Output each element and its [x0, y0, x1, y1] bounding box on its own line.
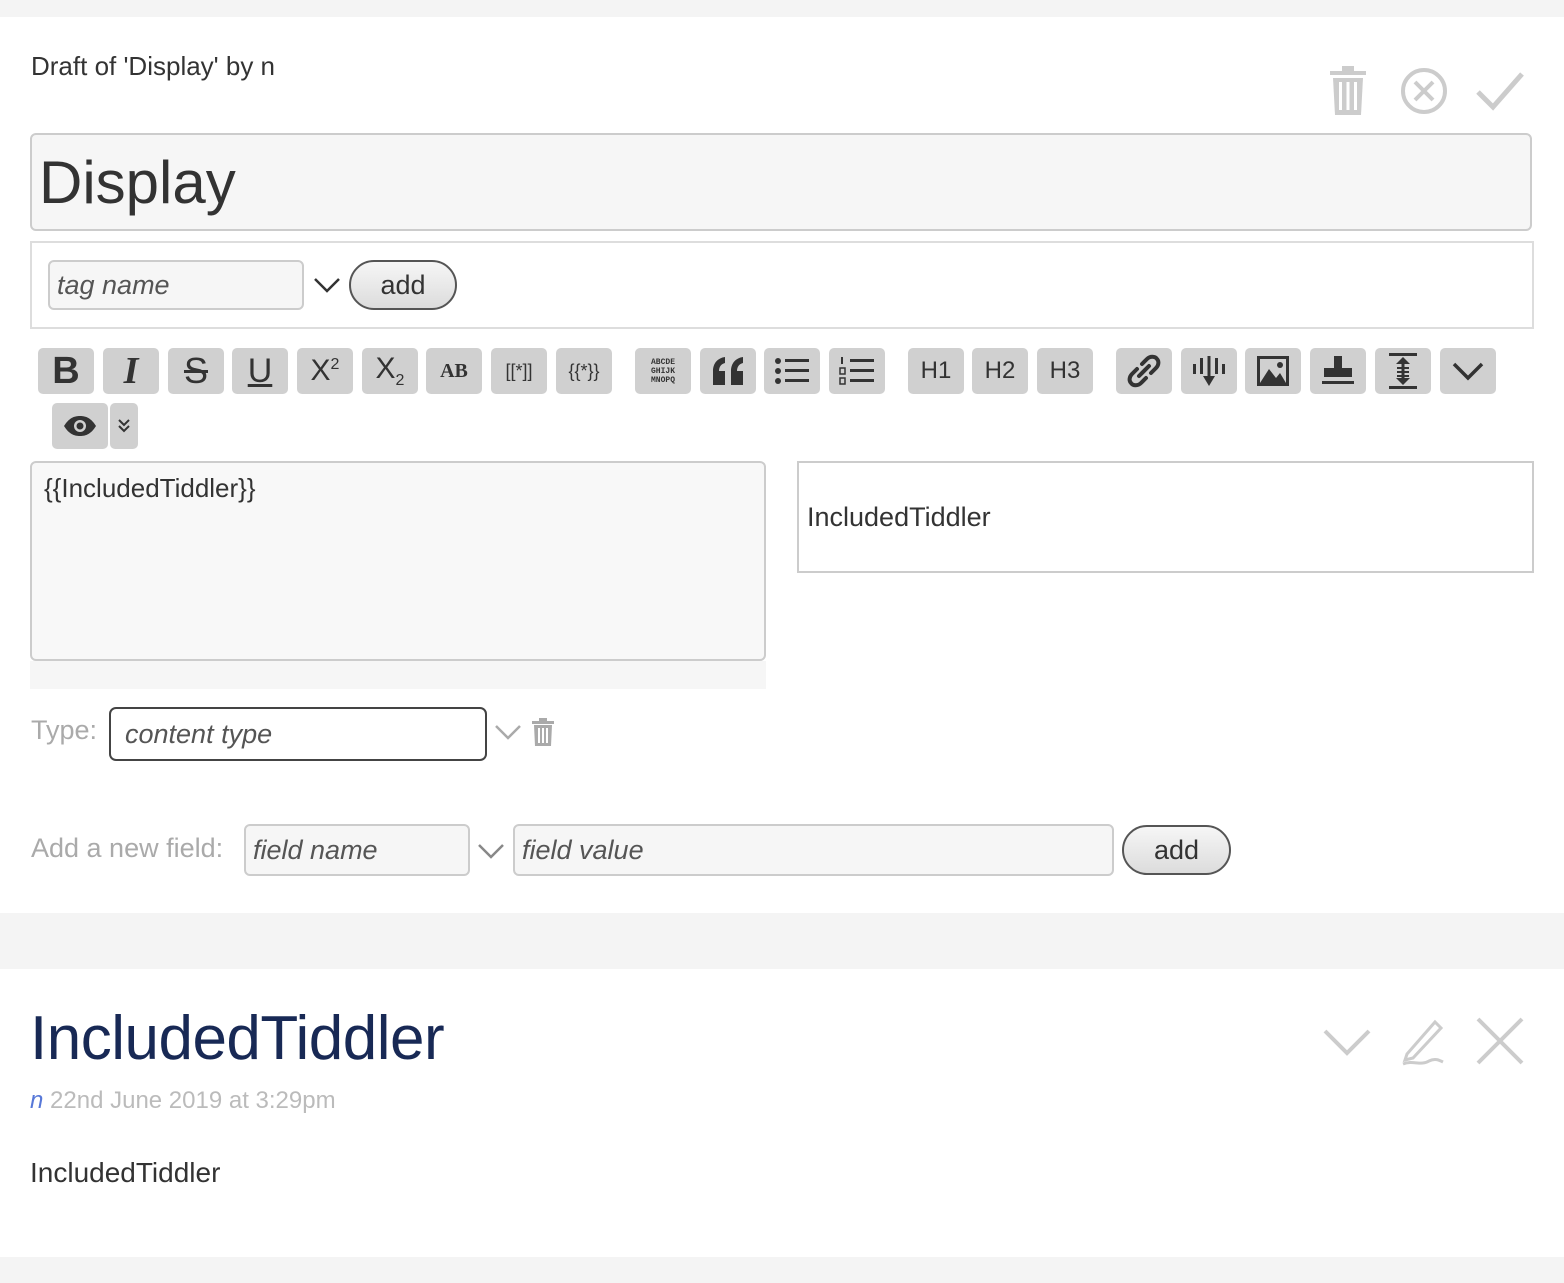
underline-icon: U: [247, 351, 273, 390]
smallcaps-button[interactable]: AB: [426, 348, 482, 394]
type-dropdown-icon[interactable]: [494, 723, 522, 741]
edit-icon: [1402, 1019, 1444, 1066]
heading-2-button[interactable]: H2: [972, 348, 1028, 394]
monospace-button[interactable]: ABCDE GHIJK MNOPQ: [635, 348, 691, 394]
more-actions-button[interactable]: [1321, 1015, 1373, 1067]
superscript-button[interactable]: X2: [297, 348, 353, 394]
done-button[interactable]: [1474, 65, 1526, 117]
picture-button[interactable]: [1245, 348, 1301, 394]
close-button[interactable]: [1474, 1015, 1526, 1067]
heading-1-button[interactable]: H1: [908, 348, 964, 394]
tag-dropdown-icon[interactable]: [313, 276, 341, 294]
double-chevron-down-icon: [118, 419, 130, 433]
title-input[interactable]: [30, 133, 1532, 231]
edit-button[interactable]: [1397, 1015, 1449, 1067]
subscript-button[interactable]: X2: [362, 348, 418, 394]
field-add-button[interactable]: add: [1122, 825, 1231, 875]
type-label: Type:: [31, 715, 98, 745]
quote-icon: [713, 357, 743, 385]
preview-text: IncludedTiddler: [807, 501, 991, 532]
transclude-button[interactable]: {{*}}: [556, 348, 612, 394]
strikethrough-button[interactable]: S: [168, 348, 224, 394]
heading-1-icon: H1: [920, 357, 952, 384]
tag-name-input[interactable]: [48, 260, 304, 310]
quote-button[interactable]: [700, 348, 756, 394]
heading-3-icon: H3: [1049, 357, 1081, 384]
italic-icon: I: [123, 350, 139, 392]
modifier-link[interactable]: n: [30, 1087, 43, 1114]
chevron-down-icon: [1452, 362, 1484, 381]
link-icon: [1127, 354, 1161, 388]
wikilink-icon: [[*]]: [505, 360, 533, 381]
cancel-icon: [1401, 68, 1447, 114]
subscript-icon: X2: [375, 352, 405, 389]
chevron-down-icon: [1323, 1029, 1371, 1056]
numbered-list-icon: [839, 357, 874, 385]
heading-2-icon: H2: [984, 357, 1016, 384]
strikethrough-icon: S: [183, 350, 208, 391]
text-editor[interactable]: {{IncludedTiddler}}: [30, 461, 766, 661]
excise-icon: [1193, 356, 1225, 386]
trash-icon: [1330, 66, 1366, 115]
field-name-input[interactable]: [244, 824, 470, 876]
type-delete-icon[interactable]: [531, 718, 555, 746]
content-type-input[interactable]: [109, 707, 487, 761]
close-icon: [1476, 1017, 1524, 1065]
more-toolbar-button[interactable]: [1440, 348, 1496, 394]
editor-resize-area: [30, 661, 766, 689]
preview-toggle-button[interactable]: [52, 403, 108, 449]
stamp-button[interactable]: [1310, 348, 1366, 394]
excise-button[interactable]: [1181, 348, 1237, 394]
preview-pane: IncludedTiddler: [797, 461, 1534, 573]
monospace-icon: ABCDE GHIJK MNOPQ: [650, 357, 675, 385]
tiddler-body: IncludedTiddler: [30, 1157, 221, 1188]
italic-button[interactable]: I: [103, 348, 159, 394]
bullet-list-button[interactable]: [764, 348, 820, 394]
bold-button[interactable]: B: [38, 348, 94, 394]
delete-button[interactable]: [1322, 65, 1374, 117]
size-button[interactable]: [1375, 348, 1431, 394]
draft-heading: Draft of 'Display' by n: [31, 51, 276, 81]
size-icon: [1389, 353, 1417, 389]
tag-add-button[interactable]: add: [349, 260, 457, 310]
cancel-button[interactable]: [1398, 65, 1450, 117]
stamp-icon: [1322, 356, 1354, 384]
eye-icon: [64, 416, 96, 436]
transclude-icon: {{*}}: [568, 360, 600, 381]
wikilink-button[interactable]: [[*]]: [491, 348, 547, 394]
field-name-dropdown-icon[interactable]: [477, 842, 505, 860]
link-button[interactable]: [1116, 348, 1172, 394]
modified-date: 22nd June 2019 at 3:29pm: [50, 1087, 336, 1114]
smallcaps-icon: AB: [440, 359, 468, 382]
picture-icon: [1257, 356, 1289, 386]
field-value-input[interactable]: [513, 824, 1114, 876]
underline-button[interactable]: U: [232, 348, 288, 394]
tiddler-subtitle: n 22nd June 2019 at 3:29pm: [30, 1087, 336, 1115]
bullet-list-icon: [775, 358, 809, 384]
draft-tiddler: Draft of 'Display' by n add B I S: [0, 17, 1564, 913]
add-field-label: Add a new field:: [31, 833, 224, 863]
included-tiddler: IncludedTiddler n 22nd June 2019 at 3:29…: [0, 969, 1564, 1257]
tiddler-title: IncludedTiddler: [30, 1004, 445, 1073]
numbered-list-button[interactable]: [829, 348, 885, 394]
bold-icon: B: [52, 349, 80, 392]
superscript-icon: X2: [310, 354, 340, 387]
preview-type-button[interactable]: [110, 403, 138, 449]
done-icon: [1476, 72, 1524, 111]
heading-3-button[interactable]: H3: [1037, 348, 1093, 394]
